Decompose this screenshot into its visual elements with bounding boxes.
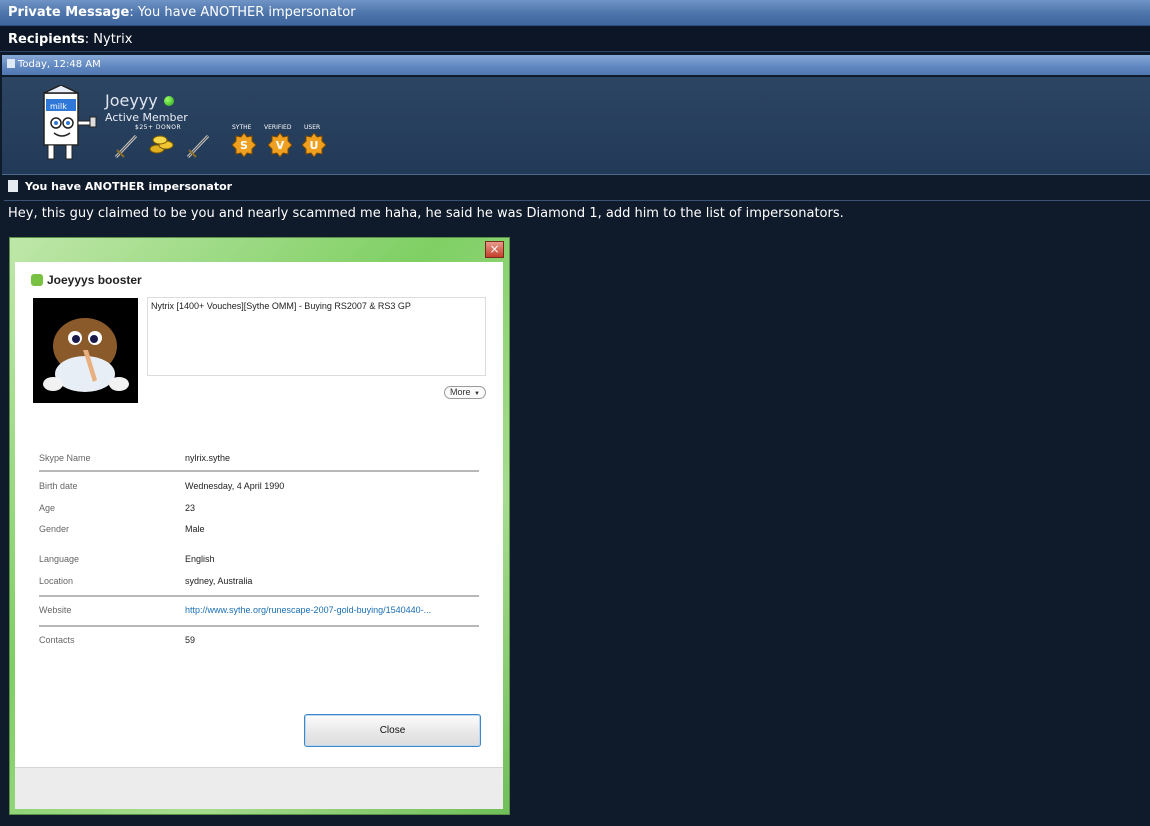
post-icon bbox=[7, 59, 15, 68]
user-medal-icon: U bbox=[302, 133, 326, 157]
gold-coins-icon bbox=[149, 135, 174, 154]
sword-icon bbox=[114, 134, 138, 159]
profile-divider bbox=[39, 470, 479, 472]
private-message-header: Private Message: You have ANOTHER impers… bbox=[0, 0, 1150, 26]
badge-label-verified: VERIFIED bbox=[264, 124, 292, 131]
post-date-bar: Today, 12:48 AM bbox=[2, 55, 1150, 75]
dropdown-arrow-icon: ▼ bbox=[474, 391, 480, 397]
profile-divider bbox=[39, 595, 479, 597]
username[interactable]: Joeyyy bbox=[105, 91, 174, 110]
message-body: Hey, this guy claimed to be you and near… bbox=[8, 206, 844, 221]
document-icon bbox=[8, 180, 18, 192]
pm-subject: You have ANOTHER impersonator bbox=[137, 5, 356, 20]
sword-icon bbox=[186, 134, 210, 159]
verified-medal-icon: V bbox=[268, 133, 292, 157]
recipients-value[interactable]: Nytrix bbox=[93, 32, 132, 47]
website-link[interactable]: http://www.sythe.org/runescape-2007-gold… bbox=[185, 605, 431, 615]
skype-close-icon[interactable]: × bbox=[485, 241, 504, 258]
svg-text:U: U bbox=[310, 139, 319, 152]
user-title: Active Member bbox=[105, 111, 188, 124]
online-status-icon bbox=[163, 96, 174, 106]
message-divider bbox=[4, 200, 1150, 201]
skype-footer bbox=[15, 767, 503, 809]
donor-label: $25+ DONOR bbox=[135, 124, 182, 131]
more-button[interactable]: More ▼ bbox=[444, 386, 486, 399]
recipients-bar: Recipients: Nytrix bbox=[0, 27, 1150, 52]
pm-label: Private Message bbox=[8, 5, 130, 20]
profile-divider bbox=[39, 625, 479, 627]
user-avatar-milk-carton-icon[interactable]: milk bbox=[34, 85, 98, 165]
svg-text:V: V bbox=[276, 139, 285, 152]
skype-profile-title: Joeyyys booster bbox=[47, 273, 142, 287]
svg-text:milk: milk bbox=[50, 102, 67, 111]
svg-text:S: S bbox=[240, 139, 248, 152]
kiwi-bird-avatar bbox=[33, 298, 138, 403]
message-title: You have ANOTHER impersonator bbox=[8, 180, 232, 193]
badge-label-sythe: SYTHE bbox=[232, 124, 252, 131]
mood-message-box: Nytrix [1400+ Vouches][Sythe OMM] - Buyi… bbox=[147, 297, 486, 376]
user-info-panel: milk Joeyyy Active Member $25+ DONOR SYT… bbox=[2, 77, 1150, 175]
badge-label-user: USER bbox=[304, 124, 321, 131]
post-date: Today, 12:48 AM bbox=[18, 59, 101, 70]
online-check-icon bbox=[31, 274, 43, 286]
close-button[interactable]: Close bbox=[304, 714, 481, 747]
recipients-label: Recipients bbox=[8, 32, 85, 47]
sythe-medal-icon: S bbox=[232, 133, 256, 157]
